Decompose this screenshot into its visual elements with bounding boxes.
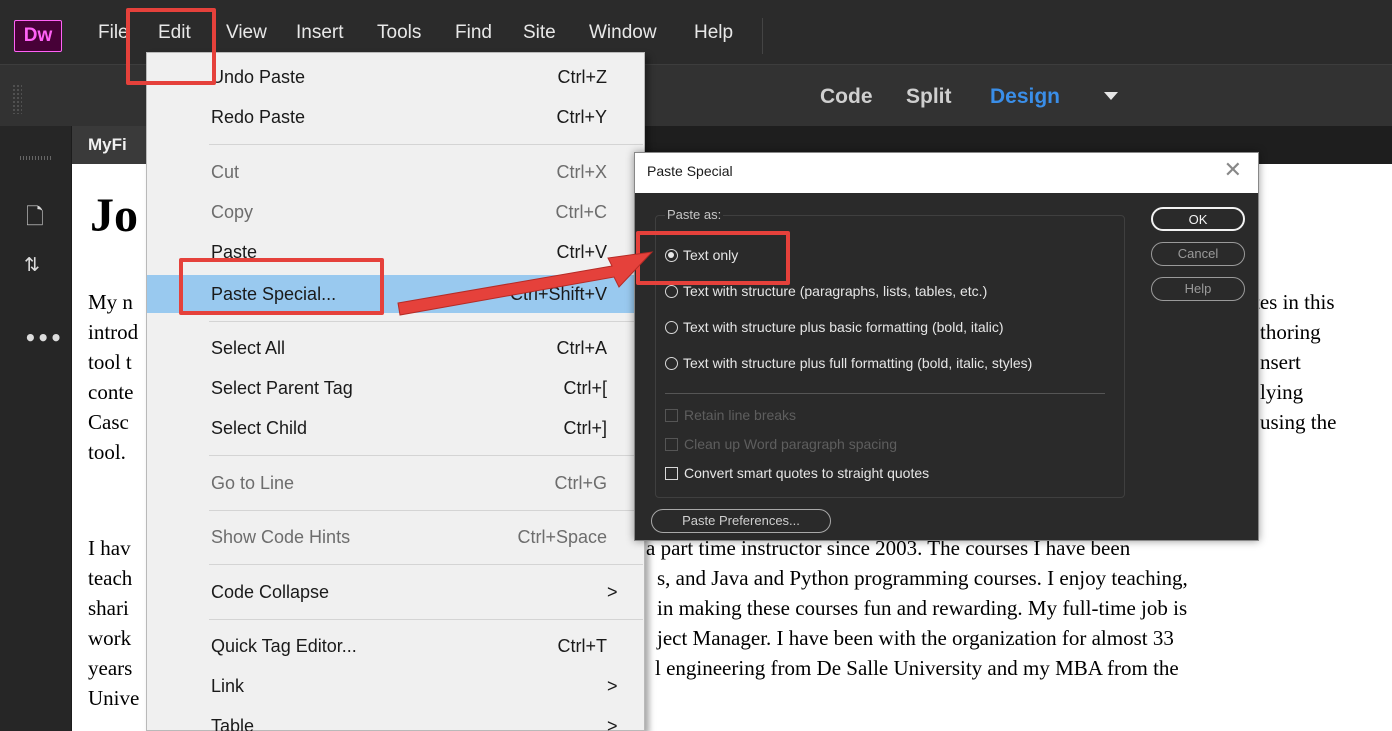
annotation-arrow: [397, 251, 654, 316]
